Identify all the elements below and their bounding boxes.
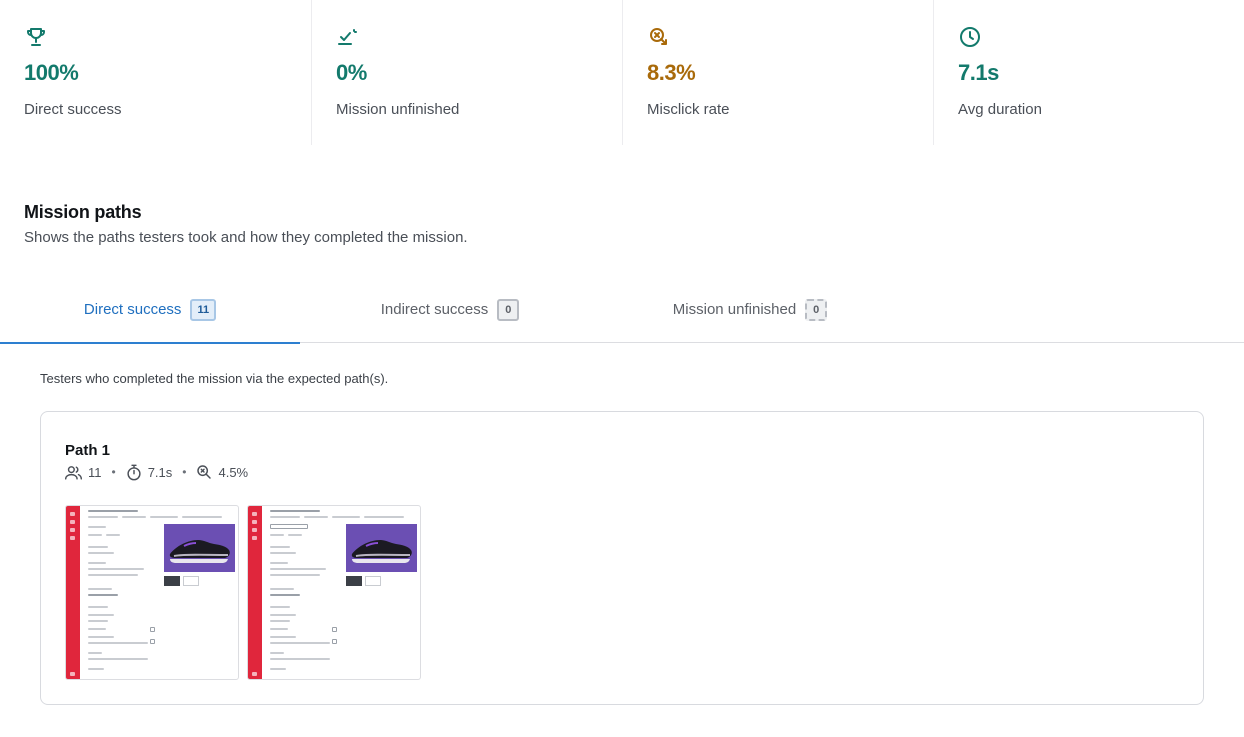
metric-value: 0% [336, 60, 367, 85]
screen-thumbnail[interactable] [65, 505, 239, 680]
clock-icon [960, 27, 980, 47]
product-image [164, 524, 235, 572]
path-title: Path 1 [65, 442, 111, 459]
screen-thumbnail[interactable] [247, 505, 421, 680]
testers-stat: 11 [65, 465, 102, 480]
path-screens [65, 505, 421, 680]
tab-label: Mission unfinished [672, 301, 797, 318]
tab-count-badge: 11 [190, 298, 217, 321]
tab-count-badge: 0 [805, 298, 828, 321]
testers-count: 11 [88, 464, 102, 480]
metric-label: Avg duration [958, 101, 1042, 118]
path-card: Path 1 11 • 7.1s • 4.5% [40, 411, 1204, 705]
thumb-sidebar [66, 506, 80, 679]
separator-dot: • [111, 465, 116, 479]
duration-stat: 7.1s [126, 464, 173, 481]
tab-label: Indirect success [380, 301, 489, 318]
metric-label: Direct success [24, 101, 122, 118]
metric-value: 8.3% [647, 60, 696, 85]
product-image [346, 524, 417, 572]
tab-mission-unfinished[interactable]: Mission unfinished 0 [600, 276, 900, 343]
metrics-row: 100% Direct success 0% Mission unfinishe… [0, 0, 1244, 145]
misclick-icon [650, 28, 667, 45]
section-title: Mission paths [24, 202, 142, 222]
metric-avg-duration: 7.1s Avg duration [933, 0, 1244, 145]
metric-mission-unfinished: 0% Mission unfinished [311, 0, 622, 145]
metric-label: Mission unfinished [336, 101, 460, 118]
duration-value: 7.1s [147, 464, 173, 480]
metric-misclick-rate: 8.3% Misclick rate [622, 0, 933, 145]
tab-indirect-success[interactable]: Indirect success 0 [300, 276, 600, 343]
separator-dot: • [182, 465, 187, 479]
trophy-icon [27, 28, 45, 46]
metric-direct-success: 100% Direct success [0, 0, 311, 145]
stopwatch-icon [127, 464, 141, 480]
users-icon [65, 465, 82, 480]
metric-value: 100% [24, 60, 79, 85]
metric-value: 7.1s [958, 60, 999, 85]
tab-label: Direct success [83, 301, 182, 318]
tab-description: Testers who completed the mission via th… [40, 371, 389, 386]
misclick-small-icon [197, 465, 212, 479]
section-subtitle: Shows the paths testers took and how the… [24, 229, 468, 246]
metric-label: Misclick rate [647, 101, 730, 118]
tab-count-badge: 0 [497, 298, 520, 321]
path-stats: 11 • 7.1s • 4.5% [65, 463, 248, 481]
mission-unfinished-icon [338, 29, 357, 45]
misclick-value: 4.5% [218, 464, 249, 480]
thumb-sidebar [248, 506, 262, 679]
tab-direct-success[interactable]: Direct success 11 [0, 276, 300, 344]
mission-tabs: Direct success 11 Indirect success 0 Mis… [0, 276, 1244, 344]
misclick-stat: 4.5% [196, 464, 248, 480]
